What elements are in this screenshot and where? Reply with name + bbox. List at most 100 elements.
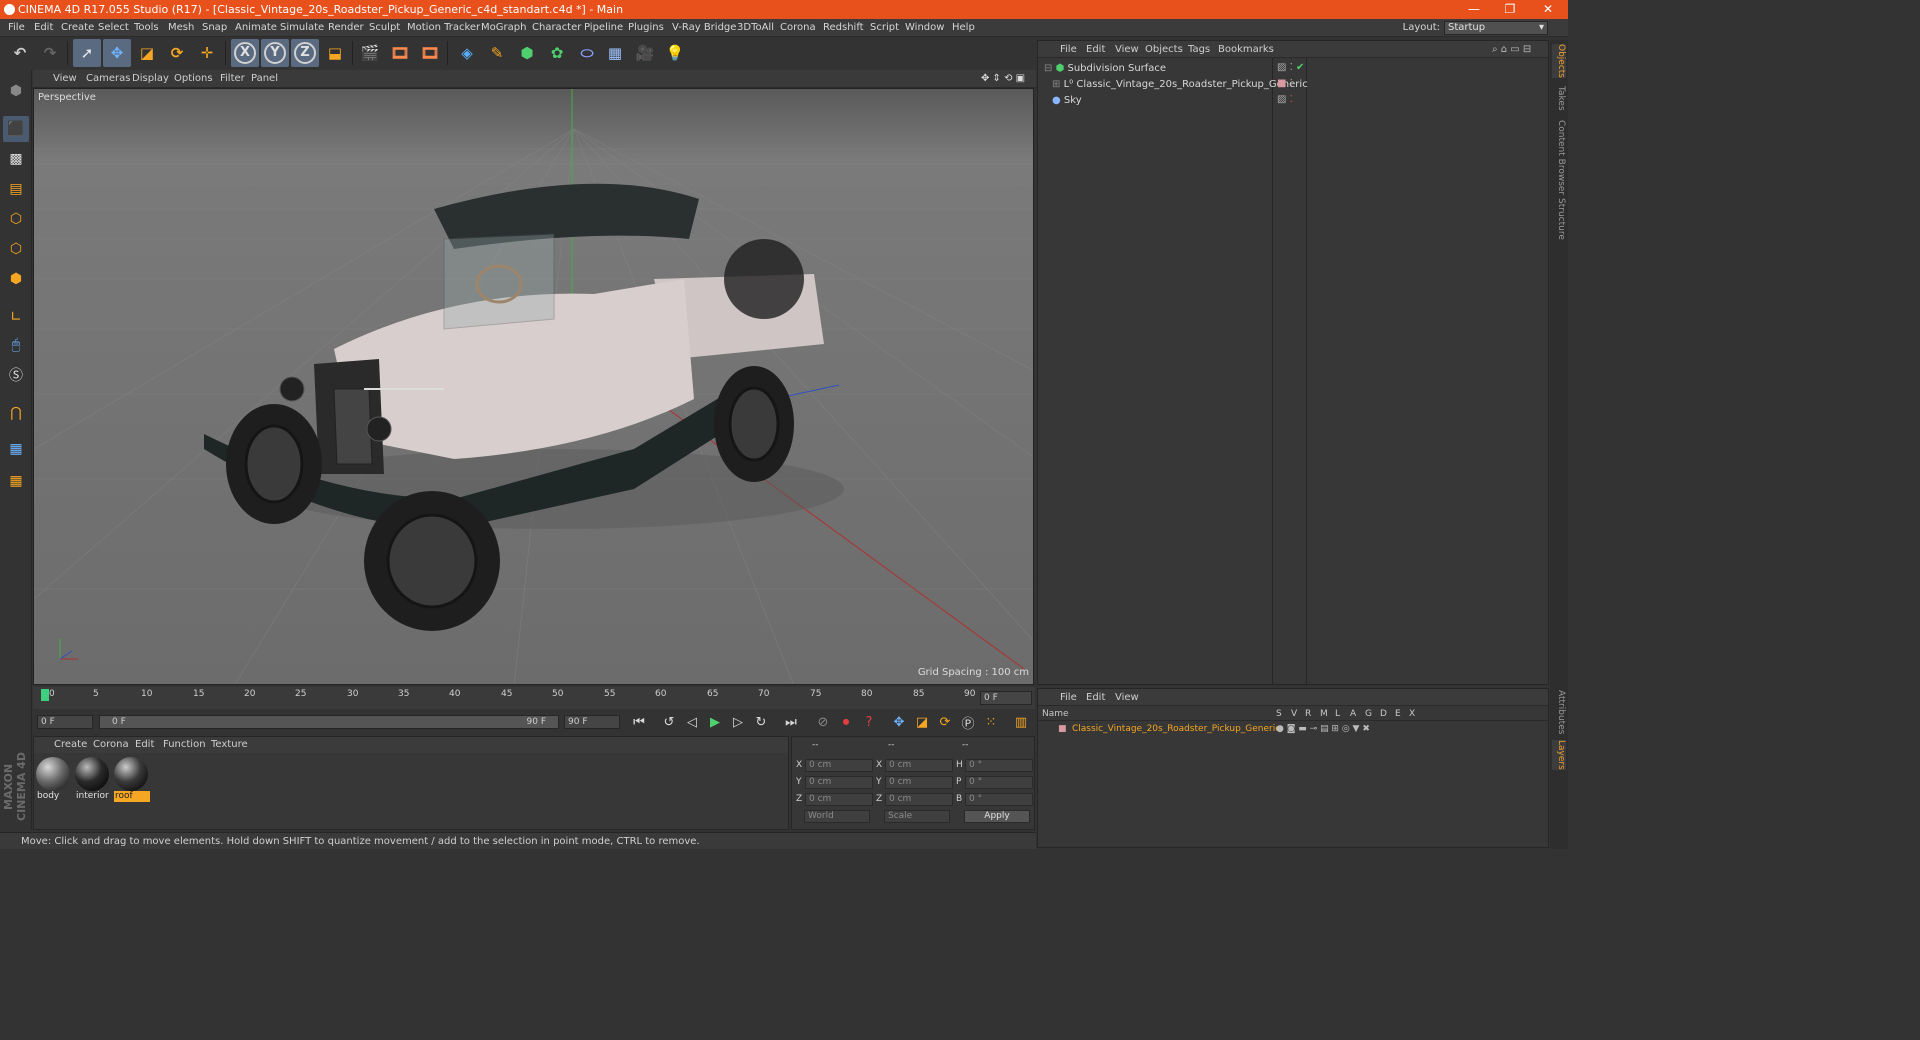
camera-icon[interactable]: 🎥 <box>631 39 659 67</box>
perspective-viewport[interactable]: Perspective Grid Spacing : 100 cm <box>33 88 1034 685</box>
material-body[interactable]: body <box>36 757 72 803</box>
range-slider[interactable]: 0 F 90 F <box>99 715 559 729</box>
end-frame-field[interactable]: 90 F <box>564 715 620 729</box>
key-position-icon[interactable]: ✥ <box>889 712 909 732</box>
transform-tool-icon[interactable]: ✛ <box>193 39 221 67</box>
planar-workplane-icon[interactable]: ▦ <box>3 468 29 494</box>
position-y-field[interactable]: 0 cm <box>805 776 873 789</box>
menu-edit[interactable]: Edit <box>34 19 53 37</box>
menu-tools[interactable]: Tools <box>134 19 159 37</box>
timeline-ruler[interactable]: 0 5 10 15 20 25 30 35 40 45 50 55 60 65 … <box>33 687 1035 709</box>
tab-attributes[interactable]: Attributes <box>1552 690 1566 734</box>
objects-menu-view[interactable]: View <box>1115 41 1139 58</box>
render-picture-viewer-icon[interactable]: 🎞 <box>386 39 414 67</box>
menu-plugins[interactable]: Plugins <box>628 19 664 37</box>
next-frame-icon[interactable]: ▷ <box>728 712 748 732</box>
layer-row[interactable]: ■ Classic_Vintage_20s_Roadster_Pickup_Ge… <box>1038 722 1548 736</box>
keyframe-selection-icon[interactable]: ? <box>859 712 879 732</box>
tab-takes[interactable]: Takes <box>1552 86 1566 111</box>
redo-icon[interactable]: ↷ <box>36 39 64 67</box>
play-icon[interactable]: ▶ <box>705 712 725 732</box>
viewport-nav-icons[interactable]: ✥ ⇕ ⟲ ▣ <box>981 70 1025 88</box>
go-to-end-icon[interactable]: ⏭ <box>781 712 801 732</box>
menu-mograph[interactable]: MoGraph <box>481 19 526 37</box>
objects-menu-edit[interactable]: Edit <box>1086 41 1105 58</box>
objects-menu-objects[interactable]: Objects <box>1145 41 1183 58</box>
apply-button[interactable]: Apply <box>964 810 1030 823</box>
viewport-menu-display[interactable]: Display <box>132 70 169 88</box>
menu-snap[interactable]: Snap <box>202 19 227 37</box>
minimize-button[interactable]: — <box>1456 0 1492 19</box>
scale-tool-icon[interactable]: ◪ <box>133 39 161 67</box>
layer-color-icon[interactable]: ■ ⁚ <box>1277 78 1293 89</box>
restore-button[interactable]: ❐ <box>1492 0 1528 19</box>
workplane-lock-icon[interactable]: ▦ <box>3 436 29 462</box>
timeline-window-icon[interactable]: ▥ <box>1011 712 1031 732</box>
edges-mode-icon[interactable]: ⬡ <box>3 236 29 262</box>
objects-menu-tags[interactable]: Tags <box>1188 41 1210 58</box>
menu-vray-bridge[interactable]: V-Ray Bridge <box>672 19 736 37</box>
viewport-menu-filter[interactable]: Filter <box>220 70 245 88</box>
rotate-tool-icon[interactable]: ⟳ <box>163 39 191 67</box>
tab-objects[interactable]: Objects <box>1552 44 1566 79</box>
objects-menu-bookmarks[interactable]: Bookmarks <box>1218 41 1274 58</box>
x-axis-lock-button[interactable]: X <box>231 39 259 67</box>
make-editable-icon[interactable]: ⬢ <box>3 78 29 104</box>
autokey-icon[interactable]: ⏺ <box>836 712 856 732</box>
subdivision-surface-icon[interactable]: ⬢ <box>513 39 541 67</box>
layers-menu-file[interactable]: File <box>1060 689 1077 706</box>
object-row-roadster[interactable]: ⊞ L⁰ Classic_Vintage_20s_Roadster_Pickup… <box>1038 77 1308 93</box>
object-row-subdivision-surface[interactable]: ⊟ ⬢ Subdivision Surface <box>1038 61 1273 77</box>
workplane-mode-icon[interactable]: ▤ <box>3 176 29 202</box>
light-icon[interactable]: 💡 <box>661 39 689 67</box>
material-menu-edit[interactable]: Edit <box>135 737 154 753</box>
texture-mode-icon[interactable]: ▩ <box>3 146 29 172</box>
menu-window[interactable]: Window <box>905 19 944 37</box>
viewport-menu-options[interactable]: Options <box>174 70 213 88</box>
key-scale-icon[interactable]: ◪ <box>912 712 932 732</box>
material-menu-corona[interactable]: Corona <box>93 737 129 753</box>
size-x-field[interactable]: 0 cm <box>885 759 953 772</box>
cube-primitive-icon[interactable]: ◈ <box>453 39 481 67</box>
previous-frame-icon[interactable]: ◁ <box>682 712 702 732</box>
render-settings-icon[interactable]: 🎞 <box>416 39 444 67</box>
objects-menu-file[interactable]: File <box>1060 41 1077 58</box>
key-parameter-icon[interactable]: Ⓟ <box>958 712 978 732</box>
axis-mode-icon[interactable]: ∟ <box>3 304 29 330</box>
floor-scene-icon[interactable]: ▦ <box>601 39 629 67</box>
material-menu-texture[interactable]: Texture <box>211 737 248 753</box>
viewport-menu-view[interactable]: View <box>53 70 77 88</box>
y-axis-lock-button[interactable]: Y <box>261 39 289 67</box>
viewport-menu-panel[interactable]: Panel <box>251 70 278 88</box>
menu-simulate[interactable]: Simulate <box>280 19 324 37</box>
tab-content-browser[interactable]: Content Browser <box>1552 120 1566 195</box>
polygons-mode-icon[interactable]: ⬢ <box>3 266 29 292</box>
points-mode-icon[interactable]: ⬡ <box>3 206 29 232</box>
deformer-icon[interactable]: ⬭ <box>573 39 601 67</box>
menu-sculpt[interactable]: Sculpt <box>369 19 400 37</box>
menu-file[interactable]: File <box>8 19 25 37</box>
search-icon[interactable]: ⌕ ⌂ ▭ ⊟ <box>1492 41 1531 58</box>
next-key-icon[interactable]: ↻ <box>751 712 771 732</box>
model-mode-icon[interactable]: ⬛ <box>3 116 29 142</box>
menu-render[interactable]: Render <box>328 19 364 37</box>
menu-pipeline[interactable]: Pipeline <box>584 19 623 37</box>
collapse-icon[interactable]: ⊟ <box>1044 63 1052 74</box>
live-selection-icon[interactable]: ➚ <box>73 39 101 67</box>
rotation-h-field[interactable]: 0 ° <box>965 759 1033 772</box>
expand-icon[interactable]: ⊞ <box>1052 79 1060 90</box>
position-z-field[interactable]: 0 cm <box>805 793 873 806</box>
coordinate-system-icon[interactable]: ⬓ <box>321 39 349 67</box>
rotation-p-field[interactable]: 0 ° <box>965 776 1033 789</box>
layout-dropdown[interactable]: Startup ▾ <box>1444 21 1548 35</box>
material-interior[interactable]: interior <box>75 757 111 803</box>
edit-visibility-icon[interactable]: ▨ ⁚ <box>1277 94 1293 105</box>
menu-3dtoall[interactable]: 3DToAll <box>737 19 774 37</box>
layers-menu-view[interactable]: View <box>1115 689 1139 706</box>
solo-mode-icon[interactable]: Ⓢ <box>3 362 29 388</box>
roadster-model[interactable] <box>204 183 844 631</box>
menu-animate[interactable]: Animate <box>235 19 277 37</box>
edit-visibility-icon[interactable]: ▨ ⁚ ✔ <box>1277 62 1304 73</box>
size-mode-dropdown[interactable]: Scale <box>884 810 950 823</box>
go-to-start-icon[interactable]: ⏮ <box>629 712 649 732</box>
